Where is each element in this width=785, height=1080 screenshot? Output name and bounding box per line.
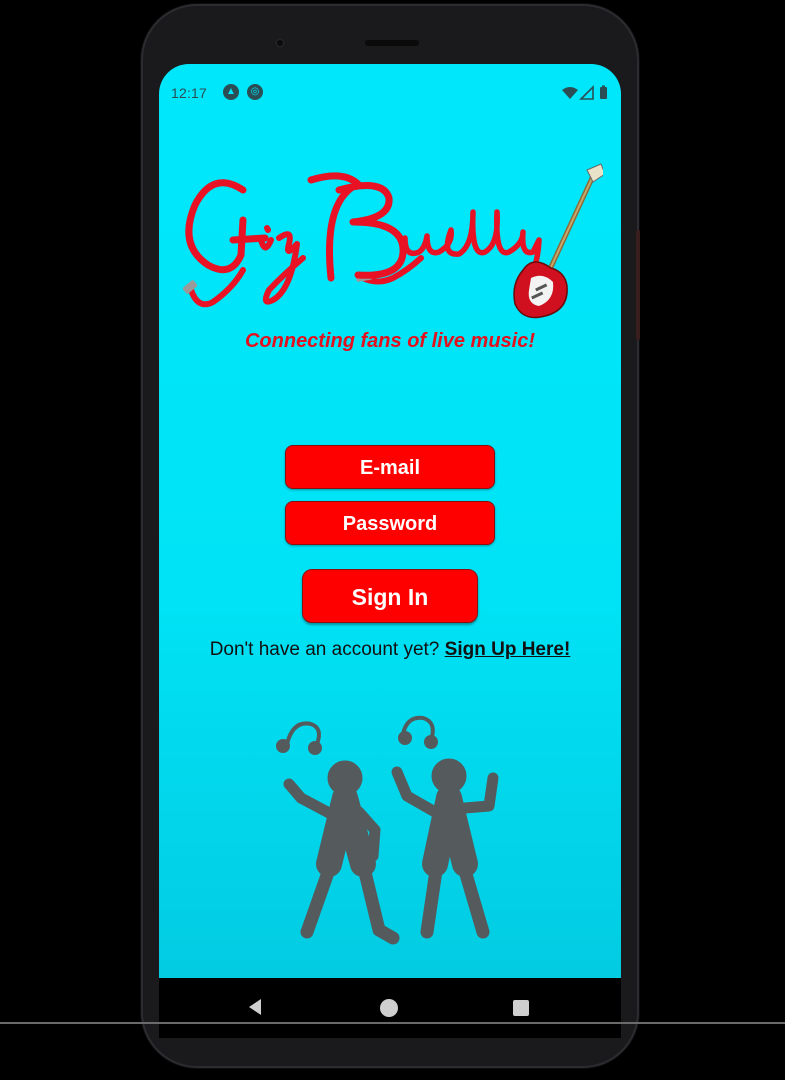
earpiece-speaker	[365, 40, 419, 46]
signal-icon	[579, 85, 594, 100]
signup-row: Don't have an account yet? Sign Up Here!	[159, 639, 621, 661]
system-navigation-bar	[159, 978, 621, 1038]
recents-icon[interactable]	[513, 1000, 529, 1016]
signup-link[interactable]: Sign Up Here!	[445, 639, 571, 660]
music-note-icon	[398, 715, 438, 749]
battery-icon	[600, 87, 607, 99]
tagline: Connecting fans of live music!	[244, 330, 536, 352]
status-time: 12:17	[171, 85, 208, 101]
signup-prompt: Don't have an account yet?	[209, 639, 440, 660]
sign-in-button[interactable]: Sign In	[302, 569, 478, 623]
video-divider-line	[0, 1022, 785, 1024]
back-icon[interactable]	[247, 998, 263, 1016]
password-field[interactable]: Password	[285, 501, 495, 545]
home-icon[interactable]	[380, 999, 398, 1017]
app-notification-icon: ▲	[223, 84, 239, 100]
email-field[interactable]: E-mail	[285, 445, 495, 489]
music-note-icon	[276, 721, 322, 755]
app-screen: 12:17 ▲ ◎ Connecting fans of live music!…	[159, 64, 621, 1014]
sync-icon: ◎	[247, 84, 263, 100]
status-right-icons	[561, 85, 611, 101]
dancer-figure	[283, 760, 400, 945]
front-camera	[275, 38, 285, 48]
side-button	[636, 230, 640, 340]
wifi-icon	[562, 87, 578, 99]
dancer-figure	[391, 758, 499, 939]
gig-buddy-logo	[182, 163, 603, 319]
guitar-icon	[513, 163, 603, 319]
dancers-illustration	[276, 715, 499, 945]
status-bar: 12:17 ▲ ◎	[159, 82, 621, 104]
